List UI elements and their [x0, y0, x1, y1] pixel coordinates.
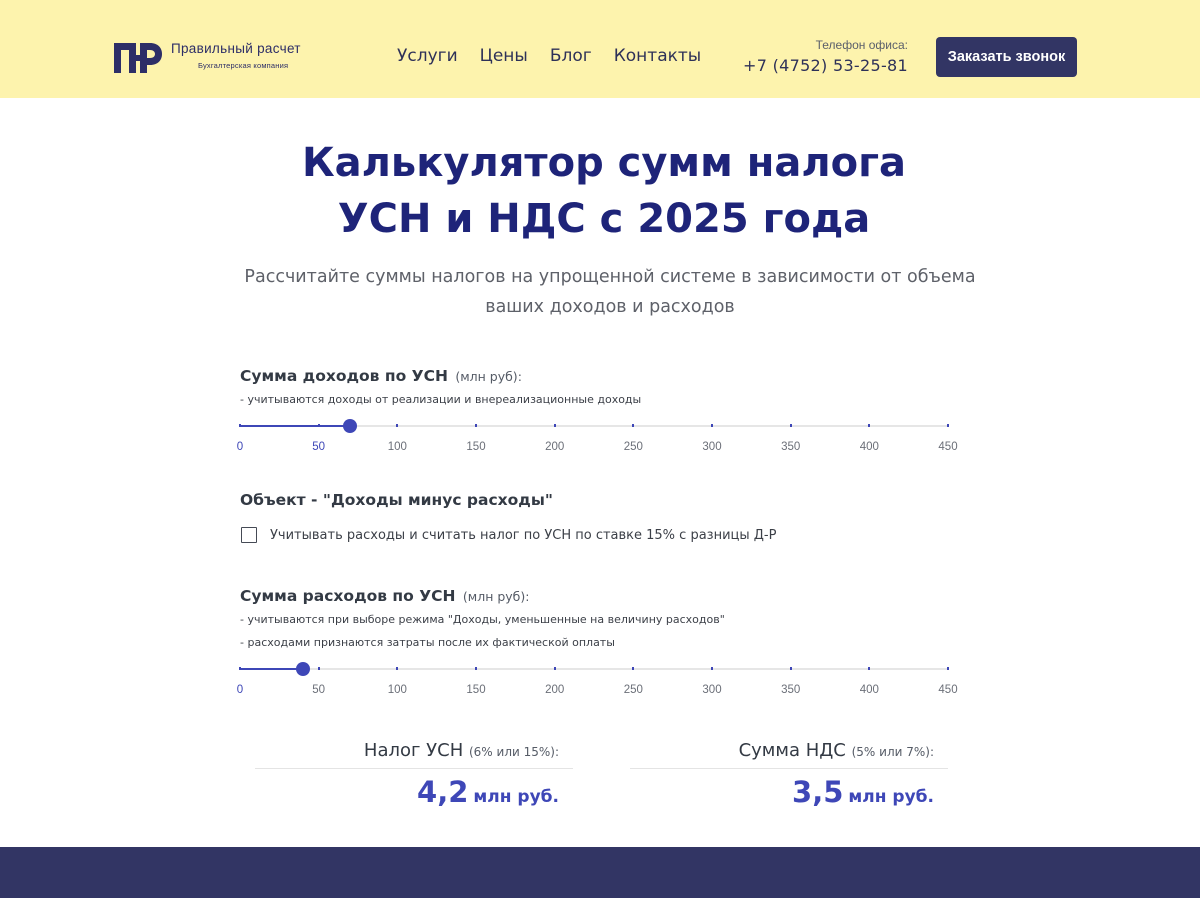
income-slider-scale: 0 50 100 150 200 250 300 350 400 450 [236, 441, 958, 455]
slider-tick [947, 424, 949, 427]
divider [255, 768, 573, 769]
usn-result-title: Налог УСН (6% или 15%): [255, 740, 573, 761]
slider-scale-label: 400 [859, 684, 879, 696]
slider-scale-label: 300 [702, 441, 722, 453]
slider-tick [789, 667, 792, 670]
vat-result-title: Сумма НДС (5% или 7%): [630, 740, 948, 761]
slider-scale-label: 250 [623, 441, 643, 453]
page-title: Калькулятор сумм налога УСН и НДС с 2025… [200, 135, 1008, 247]
slider-tick [396, 424, 399, 427]
nav-item-services[interactable]: Услуги [397, 46, 458, 66]
phone-label: Телефон офиса: [815, 38, 908, 52]
income-unit: (млн руб): [455, 369, 522, 384]
expenses-checkbox[interactable] [241, 527, 257, 543]
nav-item-contacts[interactable]: Контакты [614, 46, 702, 66]
slider-fill [240, 668, 303, 670]
usn-result-value: 4,2 млн руб. [255, 775, 573, 809]
vat-result: Сумма НДС (5% или 7%): 3,5 млн руб. [630, 740, 948, 809]
slider-scale-label: 450 [938, 441, 958, 453]
slider-tick [868, 667, 871, 670]
expenses-note-1: - учитываются при выборе режима "Доходы,… [240, 613, 725, 626]
slider-tick [553, 667, 556, 670]
slider-scale-label: 350 [781, 684, 801, 696]
expenses-note-2: - расходами признаются затраты после их … [240, 636, 615, 649]
site-footer [0, 847, 1200, 898]
usn-amount: 4,2 [417, 775, 469, 809]
income-label-text: Сумма доходов по УСН [240, 367, 448, 385]
logo-tagline: Бухгалтерская компания [198, 61, 289, 70]
income-note: - учитываются доходы от реализации и вне… [240, 393, 642, 406]
slider-thumb[interactable] [295, 662, 310, 676]
slider-scale-label: 0 [236, 441, 244, 453]
nav-item-prices[interactable]: Цены [480, 46, 528, 66]
expenses-label-text: Сумма расходов по УСН [240, 587, 456, 605]
slider-scale-label: 150 [466, 441, 486, 453]
logo-icon [114, 43, 162, 73]
slider-tick [711, 667, 713, 670]
expenses-unit: (млн руб): [462, 589, 530, 604]
slider-scale-label: 100 [387, 441, 407, 453]
slider-track [240, 668, 948, 670]
slider-tick [789, 424, 792, 427]
page-title-line-1: Калькулятор сумм налога [301, 140, 907, 186]
slider-tick [475, 667, 477, 670]
object-label: Объект - "Доходы минус расходы" [240, 491, 553, 509]
slider-scale-label: 350 [781, 441, 801, 453]
slider-tick [632, 424, 635, 427]
slider-tick [632, 667, 635, 670]
slider-scale-label: 50 [312, 684, 326, 696]
slider-tick [553, 424, 556, 427]
page-title-line-2: УСН и НДС с 2025 года [337, 196, 871, 242]
expenses-checkbox-label[interactable]: Учитывать расходы и считать налог по УСН… [270, 528, 776, 543]
main-nav: Услуги Цены Блог Контакты [397, 46, 701, 66]
logo-name: Правильный расчет [171, 41, 301, 56]
expenses-label: Сумма расходов по УСН (млн руб): [240, 587, 529, 605]
site-header: Правильный расчет Бухгалтерская компания… [0, 0, 1200, 98]
usn-result: Налог УСН (6% или 15%): 4,2 млн руб. [255, 740, 573, 809]
slider-scale-label: 300 [702, 684, 722, 696]
slider-thumb[interactable] [343, 419, 358, 433]
vat-amount: 3,5 [792, 775, 844, 809]
slider-scale-label: 450 [938, 684, 958, 696]
slider-tick [868, 424, 871, 427]
slider-tick [317, 424, 320, 427]
slider-tick [711, 424, 713, 427]
slider-tick [239, 424, 241, 427]
income-label: Сумма доходов по УСН (млн руб): [240, 367, 522, 385]
slider-tick [317, 667, 320, 670]
vat-amount-unit: млн руб. [848, 787, 934, 807]
slider-tick [396, 667, 399, 670]
usn-amount-unit: млн руб. [473, 787, 559, 807]
slider-scale-label: 50 [312, 441, 326, 453]
vat-rate: (5% или 7%): [851, 745, 934, 759]
order-call-button[interactable]: Заказать звонок [936, 37, 1077, 77]
slider-fill [240, 425, 351, 427]
phone-number[interactable]: +7 (4752) 53-25-81 [740, 56, 908, 75]
page-subtitle: Рассчитайте суммы налогов на упрощенной … [244, 267, 976, 317]
usn-rate: (6% или 15%): [468, 745, 559, 759]
divider [630, 768, 948, 769]
expenses-checkbox-row[interactable]: Учитывать расходы и считать налог по УСН… [241, 527, 776, 543]
slider-scale-label: 250 [623, 684, 643, 696]
slider-tick [947, 667, 949, 670]
slider-scale-label: 100 [387, 684, 407, 696]
logo[interactable]: Правильный расчет Бухгалтерская компания [114, 40, 324, 76]
income-slider[interactable] [239, 416, 949, 436]
slider-scale-label: 200 [545, 684, 565, 696]
usn-title-text: Налог УСН [363, 740, 464, 761]
slider-scale-label: 200 [545, 441, 565, 453]
slider-scale-label: 400 [859, 441, 879, 453]
expenses-slider-scale: 0 50 100 150 200 250 300 350 400 450 [236, 684, 958, 698]
vat-result-value: 3,5 млн руб. [630, 775, 948, 809]
slider-tick [239, 667, 241, 670]
vat-title-text: Сумма НДС [738, 740, 846, 761]
slider-scale-label: 150 [466, 684, 486, 696]
nav-item-blog[interactable]: Блог [550, 46, 592, 66]
expenses-slider[interactable] [239, 659, 949, 679]
slider-scale-label: 0 [236, 684, 244, 696]
slider-tick [475, 424, 477, 427]
